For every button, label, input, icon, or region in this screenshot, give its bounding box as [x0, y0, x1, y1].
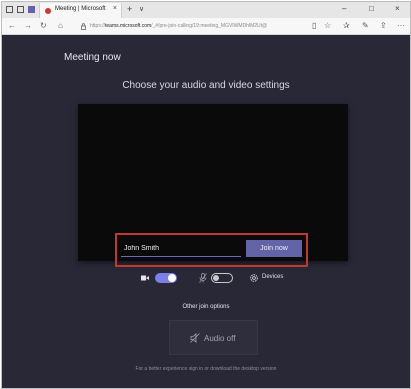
minimize-icon[interactable]: – — [342, 4, 346, 13]
tab-menu-chevron-icon[interactable]: ∨ — [139, 5, 144, 13]
page-heading: Choose your audio and video settings — [122, 80, 290, 91]
pen-icon[interactable]: ✎ — [362, 21, 369, 30]
mic-toggle[interactable] — [211, 273, 233, 283]
maximize-icon[interactable]: □ — [369, 4, 374, 13]
title-bar: Meeting | Microsoft × + ∨ – □ × — [2, 2, 410, 18]
other-join-options-label: Other join options — [182, 304, 230, 310]
gear-icon[interactable] — [249, 273, 259, 283]
audio-off-label: Audio off — [204, 334, 236, 343]
refresh-icon[interactable]: ↻ — [40, 21, 47, 30]
devices-link[interactable]: Devices — [262, 274, 283, 280]
close-icon[interactable]: × — [395, 4, 400, 13]
desktop-version-footer[interactable]: For a better experience sign in or downl… — [2, 366, 410, 372]
home-icon[interactable]: ⌂ — [58, 21, 63, 30]
share-icon[interactable]: ⇪ — [380, 21, 387, 30]
tab-title: Meeting | Microsoft — [55, 6, 106, 12]
back-icon[interactable]: ← — [8, 21, 16, 30]
camera-toggle[interactable] — [155, 273, 177, 283]
speaker-off-icon — [190, 333, 200, 343]
lock-icon — [81, 23, 86, 30]
tab-preview-icon[interactable] — [17, 6, 24, 13]
browser-window: Meeting | Microsoft × + ∨ – □ × ← → ↻ ⌂ … — [1, 1, 411, 389]
favorite-star-icon[interactable]: ☆ — [324, 21, 331, 30]
tab-close-icon[interactable]: × — [113, 5, 117, 12]
more-icon[interactable]: ··· — [397, 21, 405, 30]
mic-off-icon — [199, 273, 207, 283]
audio-off-button[interactable]: Audio off — [169, 320, 258, 355]
new-tab-icon[interactable]: + — [127, 4, 132, 14]
browser-tab[interactable]: Meeting | Microsoft × — [39, 3, 122, 18]
meeting-title: Meeting now — [64, 52, 121, 63]
join-now-button[interactable]: Join now — [246, 240, 302, 257]
forward-icon[interactable]: → — [24, 21, 32, 30]
reading-view-icon[interactable]: ▯ — [312, 21, 316, 30]
favorites-hub-icon[interactable]: ✰ — [343, 21, 350, 30]
url-field[interactable]: https://teams.microsoft.com/_#/pre-join-… — [90, 23, 267, 29]
tab-actions-icon[interactable] — [6, 6, 13, 13]
name-input[interactable] — [121, 240, 241, 257]
video-preview: Join now Devices — [78, 104, 348, 283]
teams-prejoin-page: Meeting now Choose your audio and video … — [2, 35, 410, 388]
address-bar: ← → ↻ ⌂ https://teams.microsoft.com/_#/p… — [2, 18, 410, 35]
teams-favicon-icon — [28, 6, 35, 13]
recording-dot-icon — [45, 8, 51, 14]
camera-icon — [141, 275, 149, 281]
